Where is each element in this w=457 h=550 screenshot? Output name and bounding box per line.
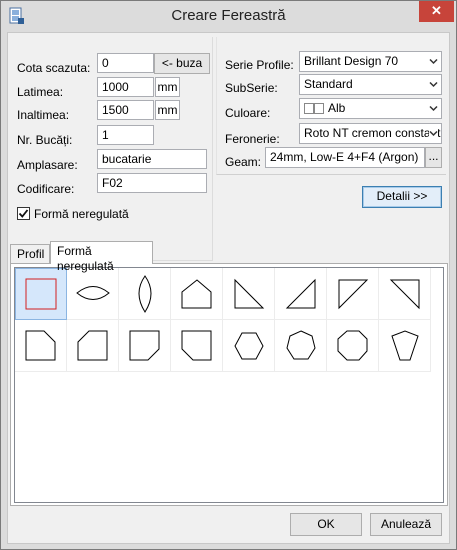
rectangle-shape-icon bbox=[25, 278, 57, 310]
chevron-down-icon bbox=[429, 58, 438, 65]
feronerie-value: Roto NT cremon constant bbox=[304, 126, 441, 140]
serie-label: Serie Profile: bbox=[225, 58, 294, 72]
culoare-select[interactable]: Alb bbox=[299, 98, 442, 119]
dimensions-panel: Cota scazuta: 0 <- buza Latimea: 1000 mm… bbox=[10, 37, 213, 261]
nr-bucati-label: Nr. Bucăți: bbox=[17, 133, 73, 147]
cota-label: Cota scazuta: bbox=[17, 61, 91, 75]
shape-octagon[interactable] bbox=[327, 320, 379, 372]
nr-bucati-input[interactable]: 1 bbox=[97, 125, 154, 145]
heptagon-shape-icon bbox=[286, 330, 316, 360]
feronerie-label: Feronerie: bbox=[225, 132, 280, 146]
shape-triangle-tl[interactable] bbox=[327, 268, 379, 320]
dialog-window: Creare Fereastră ✕ Cota scazuta: 0 <- bu… bbox=[0, 0, 457, 550]
color-swatch bbox=[314, 103, 324, 114]
culoare-value: Alb bbox=[328, 101, 346, 115]
shape-pentagon-house[interactable] bbox=[171, 268, 223, 320]
forma-neregulata-checkbox[interactable] bbox=[17, 207, 30, 220]
inaltimea-unit: mm bbox=[155, 100, 180, 120]
chevron-down-icon bbox=[429, 130, 438, 137]
serie-select[interactable]: Brillant Design 70 bbox=[299, 51, 442, 72]
codificare-input[interactable]: F02 bbox=[97, 173, 207, 193]
hexagon-shape-icon bbox=[234, 332, 264, 360]
subserie-label: SubSerie: bbox=[225, 81, 278, 95]
color-swatch bbox=[304, 103, 314, 114]
shape-pentagon-inverted[interactable] bbox=[379, 320, 431, 372]
shape-triangle-bl[interactable] bbox=[223, 268, 275, 320]
pentagon-inverted-shape-icon bbox=[391, 330, 419, 361]
amplasare-input[interactable]: bucatarie bbox=[97, 149, 207, 169]
shape-grid bbox=[14, 267, 444, 503]
forma-neregulata-label[interactable]: Formă neregulată bbox=[34, 207, 129, 221]
buza-button[interactable]: <- buza bbox=[154, 53, 210, 74]
profile-panel: Serie Profile: Brillant Design 70 SubSer… bbox=[216, 37, 446, 175]
chevron-down-icon bbox=[429, 105, 438, 112]
shape-ellipse-horizontal[interactable] bbox=[67, 268, 119, 320]
chamfer-bottom-right-shape-icon bbox=[129, 330, 160, 361]
shape-rectangle[interactable] bbox=[15, 268, 67, 320]
ok-button[interactable]: OK bbox=[290, 513, 362, 536]
chamfer-top-left-shape-icon bbox=[77, 330, 108, 361]
inaltimea-label: Inaltimea: bbox=[17, 108, 70, 122]
dialog-client: Cota scazuta: 0 <- buza Latimea: 1000 mm… bbox=[7, 32, 450, 544]
tab-content bbox=[10, 263, 448, 506]
detalii-button[interactable]: Detalii >> bbox=[362, 186, 442, 208]
triangle-right-bottom-right-shape-icon bbox=[285, 278, 316, 309]
geam-input[interactable]: 24mm, Low-E 4+F4 (Argon) bbox=[265, 147, 425, 168]
geam-label: Geam: bbox=[225, 155, 262, 169]
triangle-right-bottom-left-shape-icon bbox=[234, 278, 265, 309]
window-title: Creare Fereastră bbox=[171, 7, 286, 24]
latimea-label: Latimea: bbox=[17, 85, 64, 99]
subserie-select[interactable]: Standard bbox=[299, 74, 442, 95]
serie-value: Brillant Design 70 bbox=[304, 54, 399, 68]
shape-heptagon[interactable] bbox=[275, 320, 327, 372]
close-button[interactable]: ✕ bbox=[419, 1, 454, 22]
ellipse-vertical-shape-icon bbox=[138, 275, 152, 313]
octagon-shape-icon bbox=[337, 330, 368, 361]
shape-triangle-br[interactable] bbox=[275, 268, 327, 320]
shape-chamfer-tr[interactable] bbox=[15, 320, 67, 372]
tab-profil[interactable]: Profil bbox=[10, 244, 50, 264]
chamfer-top-right-shape-icon bbox=[25, 330, 56, 361]
amplasare-label: Amplasare: bbox=[17, 158, 78, 172]
shape-ellipse-vertical[interactable] bbox=[119, 268, 171, 320]
ellipse-horizontal-shape-icon bbox=[76, 286, 110, 300]
feronerie-select[interactable]: Roto NT cremon constant bbox=[299, 123, 442, 144]
latimea-input[interactable]: 1000 bbox=[97, 77, 154, 97]
geam-browse-button[interactable]: ... bbox=[425, 147, 442, 168]
chamfer-bottom-left-shape-icon bbox=[181, 330, 212, 361]
shape-chamfer-tl[interactable] bbox=[67, 320, 119, 372]
shape-triangle-tr[interactable] bbox=[379, 268, 431, 320]
codificare-label: Codificare: bbox=[17, 182, 75, 196]
shape-chamfer-bl[interactable] bbox=[171, 320, 223, 372]
shape-hexagon[interactable] bbox=[223, 320, 275, 372]
triangle-top-right-shape-icon bbox=[389, 279, 420, 310]
inaltimea-input[interactable]: 1500 bbox=[97, 100, 154, 120]
pentagon-house-shape-icon bbox=[181, 279, 212, 309]
triangle-top-left-shape-icon bbox=[338, 279, 369, 310]
chevron-down-icon bbox=[429, 81, 438, 88]
latimea-unit: mm bbox=[155, 77, 180, 97]
tab-forma-neregulata[interactable]: Formă neregulată bbox=[50, 241, 153, 273]
cota-input[interactable]: 0 bbox=[97, 53, 154, 73]
shape-chamfer-br[interactable] bbox=[119, 320, 171, 372]
checkmark-icon bbox=[18, 209, 29, 218]
title-bar[interactable]: Creare Fereastră ✕ bbox=[1, 1, 456, 32]
subserie-value: Standard bbox=[304, 77, 353, 91]
culoare-label: Culoare: bbox=[225, 106, 271, 120]
tab-strip: Profil Formă neregulată bbox=[10, 241, 449, 273]
cancel-button[interactable]: Anulează bbox=[370, 513, 442, 536]
